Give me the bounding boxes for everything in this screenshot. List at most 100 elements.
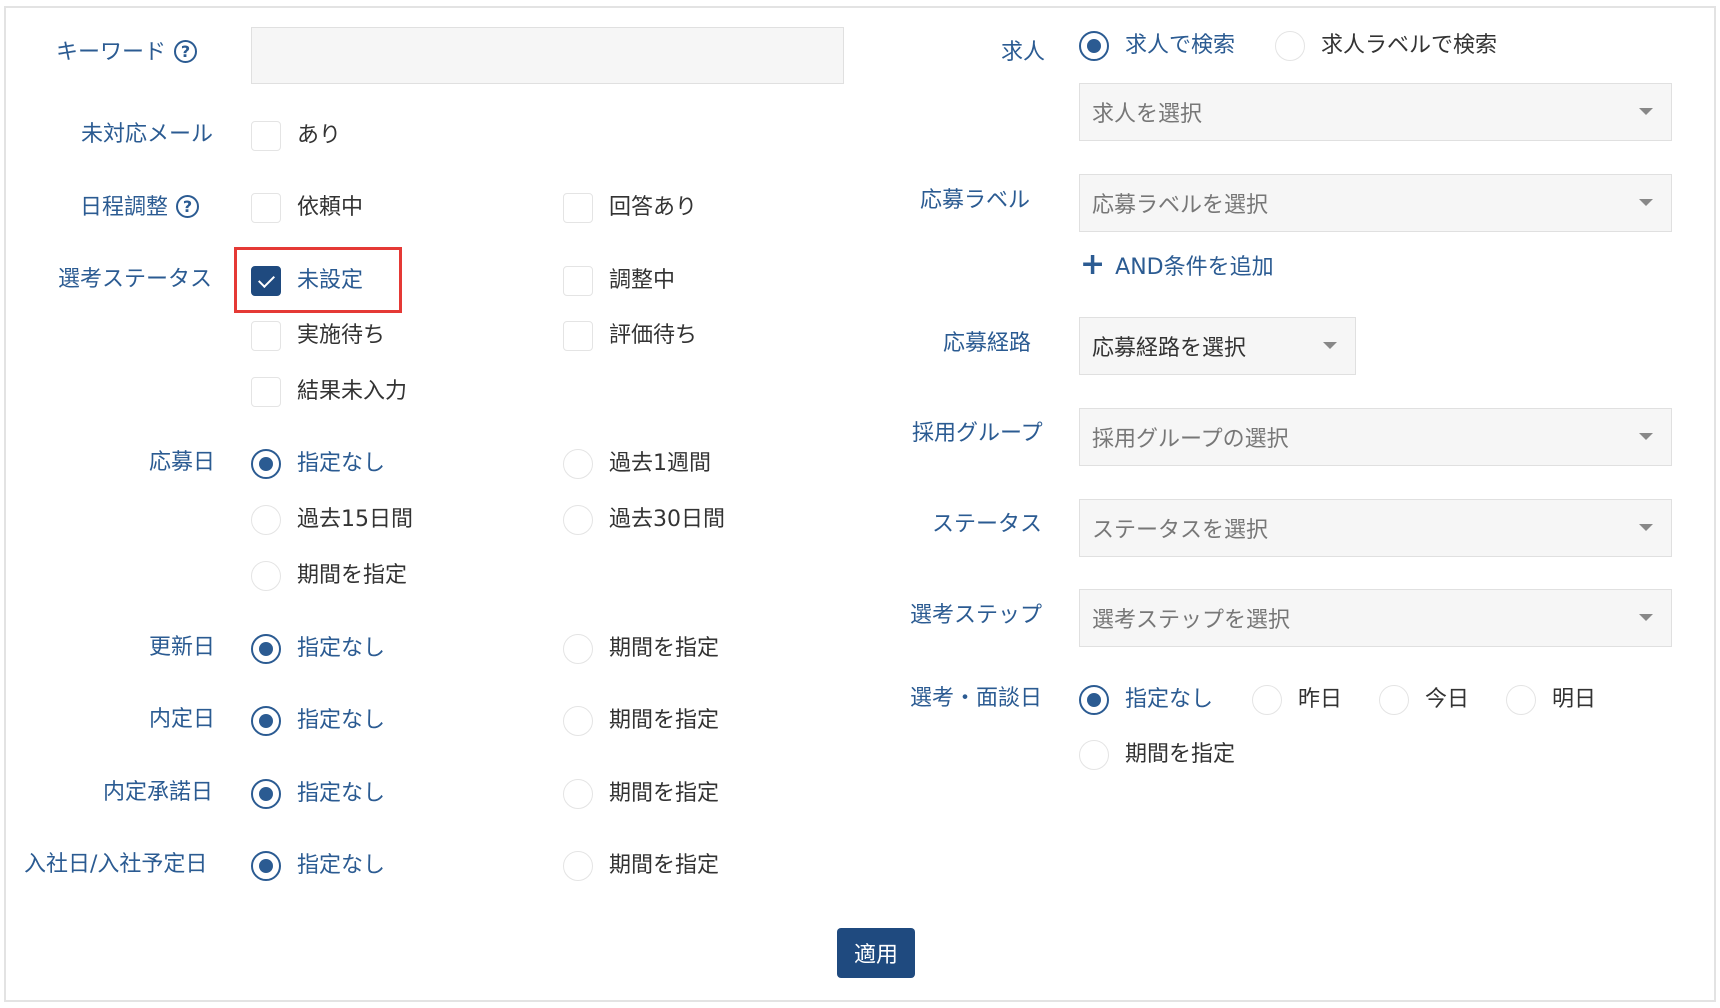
select-placeholder: 選考ステップを選択 xyxy=(1092,608,1291,633)
interview-none-option[interactable]: 指定なし xyxy=(1079,683,1213,717)
option-label: 期間を指定 xyxy=(609,853,720,878)
option-label: 指定なし xyxy=(297,451,386,476)
select-placeholder: ステータスを選択 xyxy=(1092,518,1269,543)
status-waiting-evaluation-option[interactable]: 評価待ち xyxy=(563,319,697,353)
join-custom-option[interactable]: 期間を指定 xyxy=(563,849,719,883)
radio[interactable] xyxy=(1275,31,1305,61)
interview-tomorrow-option[interactable]: 明日 xyxy=(1506,683,1596,717)
keyword-input[interactable] xyxy=(251,27,844,84)
keyword-label-text: キーワード xyxy=(56,40,167,65)
join-none-option[interactable]: 指定なし xyxy=(251,849,385,883)
radio[interactable] xyxy=(251,561,281,591)
radio[interactable] xyxy=(251,505,281,535)
radio-selected[interactable] xyxy=(1079,31,1109,61)
radio[interactable] xyxy=(563,851,593,881)
interview-yesterday-option[interactable]: 昨日 xyxy=(1252,683,1342,717)
chevron-down-icon xyxy=(1323,342,1337,349)
applied-past-30-option[interactable]: 過去30日間 xyxy=(563,503,725,537)
interview-today-option[interactable]: 今日 xyxy=(1379,683,1469,717)
schedule-label-text: 日程調整 xyxy=(80,195,169,220)
checkbox[interactable] xyxy=(251,377,281,407)
job-select[interactable]: 求人を選択 xyxy=(1079,83,1672,141)
option-label: 明日 xyxy=(1552,687,1597,712)
chevron-down-icon xyxy=(1639,199,1653,206)
radio[interactable] xyxy=(563,779,593,809)
join-date-label: 入社日/入社予定日 xyxy=(24,852,208,877)
radio-selected[interactable] xyxy=(251,779,281,809)
radio[interactable] xyxy=(563,706,593,736)
radio-selected[interactable] xyxy=(251,449,281,479)
option-label: 過去1週間 xyxy=(609,451,711,476)
checkbox[interactable] xyxy=(563,193,593,223)
option-label: 指定なし xyxy=(297,636,386,661)
checkbox-checked[interactable] xyxy=(251,266,281,296)
interview-custom-option[interactable]: 期間を指定 xyxy=(1079,738,1235,772)
option-label: 指定なし xyxy=(297,781,386,806)
keyword-label: キーワード? xyxy=(56,38,198,68)
radio[interactable] xyxy=(1379,685,1409,715)
radio-selected[interactable] xyxy=(1079,685,1109,715)
apply-route-label: 応募経路 xyxy=(943,331,1032,356)
unhandled-mail-label: 未対応メール xyxy=(81,122,214,147)
checkbox[interactable] xyxy=(251,121,281,151)
offer-custom-option[interactable]: 期間を指定 xyxy=(563,704,719,738)
hiring-group-label: 採用グループ xyxy=(912,421,1043,446)
radio[interactable] xyxy=(563,634,593,664)
offer-accept-none-option[interactable]: 指定なし xyxy=(251,777,385,811)
status-select[interactable]: ステータスを選択 xyxy=(1079,499,1672,557)
plus-icon: + xyxy=(1080,247,1106,282)
option-label: 依頼中 xyxy=(297,195,364,220)
checkbox[interactable] xyxy=(563,266,593,296)
apply-button[interactable]: 適用 xyxy=(837,928,915,978)
radio[interactable] xyxy=(1506,685,1536,715)
chevron-down-icon xyxy=(1639,614,1653,621)
radio[interactable] xyxy=(563,449,593,479)
status-waiting-execution-option[interactable]: 実施待ち xyxy=(251,319,385,353)
option-label: 過去30日間 xyxy=(609,507,725,532)
option-label: 実施待ち xyxy=(297,323,386,348)
selection-status-label: 選考ステータス xyxy=(58,267,213,292)
radio[interactable] xyxy=(1252,685,1282,715)
apply-label-select[interactable]: 応募ラベルを選択 xyxy=(1079,174,1672,232)
option-label: 未設定 xyxy=(297,268,364,293)
offer-none-option[interactable]: 指定なし xyxy=(251,704,385,738)
status-label: ステータス xyxy=(932,512,1043,537)
checkbox[interactable] xyxy=(563,321,593,351)
applied-custom-option[interactable]: 期間を指定 xyxy=(251,559,407,593)
hiring-group-select[interactable]: 採用グループの選択 xyxy=(1079,408,1672,466)
checkbox[interactable] xyxy=(251,321,281,351)
updated-custom-option[interactable]: 期間を指定 xyxy=(563,632,719,666)
applied-none-option[interactable]: 指定なし xyxy=(251,447,385,481)
selection-step-select[interactable]: 選考ステップを選択 xyxy=(1079,589,1672,647)
radio-selected[interactable] xyxy=(251,851,281,881)
radio[interactable] xyxy=(563,505,593,535)
option-label: 過去15日間 xyxy=(297,507,413,532)
radio[interactable] xyxy=(1079,740,1109,770)
option-label: あり xyxy=(297,123,342,148)
updated-date-label: 更新日 xyxy=(149,635,216,660)
status-adjusting-option[interactable]: 調整中 xyxy=(563,264,675,298)
status-unset-option[interactable]: 未設定 xyxy=(251,264,363,298)
select-value: 応募経路を選択 xyxy=(1092,336,1247,361)
radio-selected[interactable] xyxy=(251,706,281,736)
radio-selected[interactable] xyxy=(251,634,281,664)
checkbox[interactable] xyxy=(251,193,281,223)
job-search-by-job-option[interactable]: 求人で検索 xyxy=(1079,29,1235,63)
help-icon[interactable]: ? xyxy=(174,39,198,63)
job-search-by-label-option[interactable]: 求人ラベルで検索 xyxy=(1275,29,1497,63)
offer-accept-custom-option[interactable]: 期間を指定 xyxy=(563,777,719,811)
updated-none-option[interactable]: 指定なし xyxy=(251,632,385,666)
applied-past-week-option[interactable]: 過去1週間 xyxy=(563,447,711,481)
status-no-result-option[interactable]: 結果未入力 xyxy=(251,375,407,409)
select-placeholder: 応募ラベルを選択 xyxy=(1092,193,1269,218)
apply-route-select[interactable]: 応募経路を選択 xyxy=(1079,317,1356,375)
option-label: 求人で検索 xyxy=(1125,33,1236,58)
add-and-condition-link[interactable]: + AND条件を追加 xyxy=(1080,247,1274,282)
schedule-answered-option[interactable]: 回答あり xyxy=(563,191,697,225)
schedule-label: 日程調整? xyxy=(80,193,200,223)
select-placeholder: 採用グループの選択 xyxy=(1092,427,1289,452)
help-icon[interactable]: ? xyxy=(176,194,200,218)
schedule-requesting-option[interactable]: 依頼中 xyxy=(251,191,363,225)
unhandled-mail-option[interactable]: あり xyxy=(251,119,341,153)
applied-past-15-option[interactable]: 過去15日間 xyxy=(251,503,413,537)
